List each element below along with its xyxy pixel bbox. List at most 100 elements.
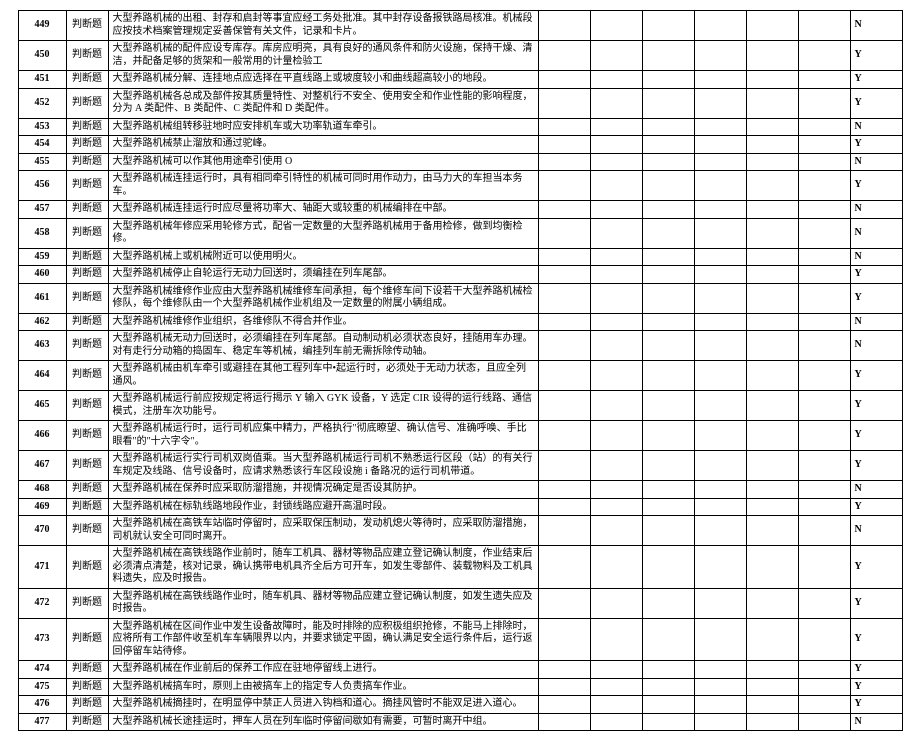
- row-type: 判断题: [66, 11, 108, 41]
- row-question: 大型养路机械运行实行司机双岗值乘。当大型养路机械运行司机不熟悉运行区段（站）的有…: [108, 451, 538, 481]
- spacer-cell: [538, 266, 590, 284]
- a-text: N: [855, 156, 862, 167]
- row-question: 大型养路机械维修作业组织，各维修队不得合并作业。: [108, 313, 538, 331]
- table-row: 466判断题大型养路机械运行时，运行司机应集中精力，严格执行"彻底瞭望、确认信号…: [18, 421, 902, 451]
- row-type: 判断题: [66, 136, 108, 154]
- a-text: Y: [855, 459, 862, 470]
- table-row: 477判断题大型养路机械长途挂运时，押车人员在列车临时停留间歇如有需要，可暂时离…: [18, 713, 902, 731]
- spacer-cell: [694, 71, 746, 89]
- row-id: 458: [18, 218, 66, 248]
- spacer-cell: [746, 88, 798, 118]
- id-text: 456: [35, 179, 50, 190]
- spacer-cell: [694, 451, 746, 481]
- spacer-cell: [590, 331, 642, 361]
- q-text: 大型养路机械停止自轮运行无动力回送时，须编挂在列车尾部。: [113, 268, 393, 279]
- spacer-cell: [746, 71, 798, 89]
- spacer-cell: [694, 153, 746, 171]
- spacer-cell: [798, 331, 850, 361]
- spacer-cell: [642, 118, 694, 136]
- q-text: 大型养路机械的配件应设专库存。库房应明亮，具有良好的通风条件和防火设施，保持干燥…: [113, 43, 533, 67]
- row-answer: N: [850, 313, 902, 331]
- spacer-cell: [746, 218, 798, 248]
- type-text: 判断题: [72, 663, 102, 674]
- spacer-cell: [694, 201, 746, 219]
- spacer-cell: [642, 136, 694, 154]
- a-text: Y: [855, 399, 862, 410]
- a-text: Y: [855, 292, 862, 303]
- spacer-cell: [642, 313, 694, 331]
- row-id: 454: [18, 136, 66, 154]
- spacer-cell: [746, 266, 798, 284]
- a-text: Y: [855, 73, 862, 84]
- spacer-cell: [642, 361, 694, 391]
- spacer-cell: [798, 153, 850, 171]
- spacer-cell: [798, 713, 850, 731]
- spacer-cell: [746, 451, 798, 481]
- spacer-cell: [694, 88, 746, 118]
- row-id: 449: [18, 11, 66, 41]
- row-id: 465: [18, 391, 66, 421]
- row-question: 大型养路机械上或机械附近可以使用明火。: [108, 248, 538, 266]
- spacer-cell: [590, 171, 642, 201]
- row-answer: Y: [850, 618, 902, 661]
- row-type: 判断题: [66, 678, 108, 696]
- q-text: 大型养路机械分解、连挂地点应选择在平直线路上或坡度较小和曲线超高较小的地段。: [113, 73, 493, 84]
- spacer-cell: [798, 11, 850, 41]
- spacer-cell: [538, 11, 590, 41]
- a-text: N: [855, 121, 862, 132]
- id-text: 452: [35, 97, 50, 108]
- row-id: 456: [18, 171, 66, 201]
- q-text: 大型养路机械在高铁线路作业前时，随车工机具、器材等物品应建立登记确认制度，作业结…: [113, 548, 533, 584]
- spacer-cell: [798, 218, 850, 248]
- spacer-cell: [694, 696, 746, 714]
- type-text: 判断题: [72, 73, 102, 84]
- q-text: 大型养路机械搞车时，原则上由被搞车上的指定专人负责搞车作业。: [113, 681, 413, 692]
- spacer-cell: [694, 361, 746, 391]
- q-text: 大型养路机械摘挂时，在明显停中禁正人员进入钩档和道心。摘挂风管时不能双足进入道心…: [113, 698, 523, 709]
- row-type: 判断题: [66, 41, 108, 71]
- row-answer: N: [850, 11, 902, 41]
- spacer-cell: [538, 283, 590, 313]
- a-text: N: [855, 227, 862, 238]
- spacer-cell: [694, 713, 746, 731]
- spacer-cell: [694, 136, 746, 154]
- row-question: 大型养路机械搞车时，原则上由被搞车上的指定专人负责搞车作业。: [108, 678, 538, 696]
- spacer-cell: [798, 71, 850, 89]
- row-type: 判断题: [66, 266, 108, 284]
- row-type: 判断题: [66, 391, 108, 421]
- spacer-cell: [798, 201, 850, 219]
- row-question: 大型养路机械在高铁线路作业时，随车机具、器材等物品应建立登记确认制度，如发生遗失…: [108, 588, 538, 618]
- a-text: Y: [855, 429, 862, 440]
- row-id: 473: [18, 618, 66, 661]
- spacer-cell: [694, 678, 746, 696]
- row-id: 466: [18, 421, 66, 451]
- row-answer: Y: [850, 391, 902, 421]
- row-id: 453: [18, 118, 66, 136]
- type-text: 判断题: [72, 716, 102, 727]
- spacer-cell: [642, 266, 694, 284]
- row-type: 判断题: [66, 201, 108, 219]
- type-text: 判断题: [72, 459, 102, 470]
- type-text: 判断题: [72, 369, 102, 380]
- spacer-cell: [798, 171, 850, 201]
- spacer-cell: [746, 41, 798, 71]
- row-type: 判断题: [66, 421, 108, 451]
- spacer-cell: [694, 218, 746, 248]
- spacer-cell: [538, 661, 590, 679]
- spacer-cell: [590, 88, 642, 118]
- spacer-cell: [538, 481, 590, 499]
- a-text: Y: [855, 681, 862, 692]
- id-text: 451: [35, 73, 50, 84]
- spacer-cell: [694, 588, 746, 618]
- row-answer: Y: [850, 71, 902, 89]
- spacer-cell: [590, 391, 642, 421]
- row-type: 判断题: [66, 153, 108, 171]
- table-row: 468判断题大型养路机械在保养时应采取防溜措施，并视情况确定是否设其防护。N: [18, 481, 902, 499]
- spacer-cell: [694, 313, 746, 331]
- row-type: 判断题: [66, 618, 108, 661]
- spacer-cell: [746, 588, 798, 618]
- spacer-cell: [538, 678, 590, 696]
- type-text: 判断题: [72, 156, 102, 167]
- id-text: 477: [35, 716, 50, 727]
- spacer-cell: [746, 516, 798, 546]
